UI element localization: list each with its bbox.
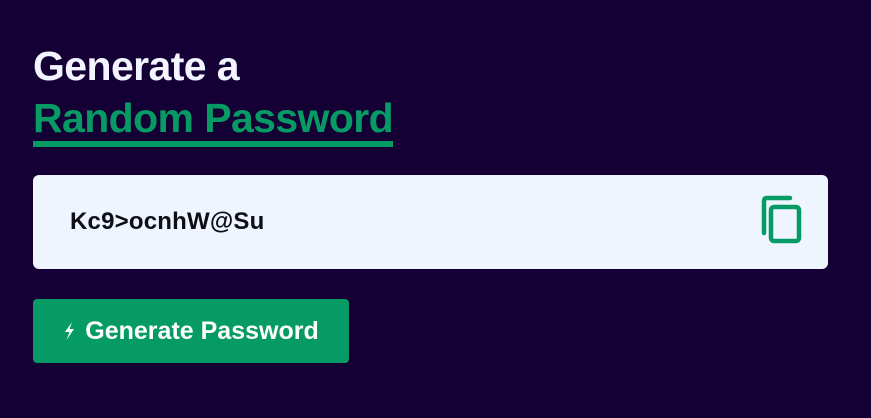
page-title: Generate a Random Password [33, 40, 394, 147]
lightning-bolt-icon [63, 322, 76, 340]
password-value: Kc9>ocnhW@Su [70, 208, 265, 235]
generate-password-button[interactable]: Generate Password [33, 299, 349, 363]
password-output-field: Kc9>ocnhW@Su [33, 175, 828, 269]
title-line-1: Generate a [33, 43, 240, 89]
copy-icon[interactable] [758, 195, 808, 249]
title-line-2-highlight: Random Password [33, 95, 394, 147]
generate-password-label: Generate Password [85, 316, 319, 345]
